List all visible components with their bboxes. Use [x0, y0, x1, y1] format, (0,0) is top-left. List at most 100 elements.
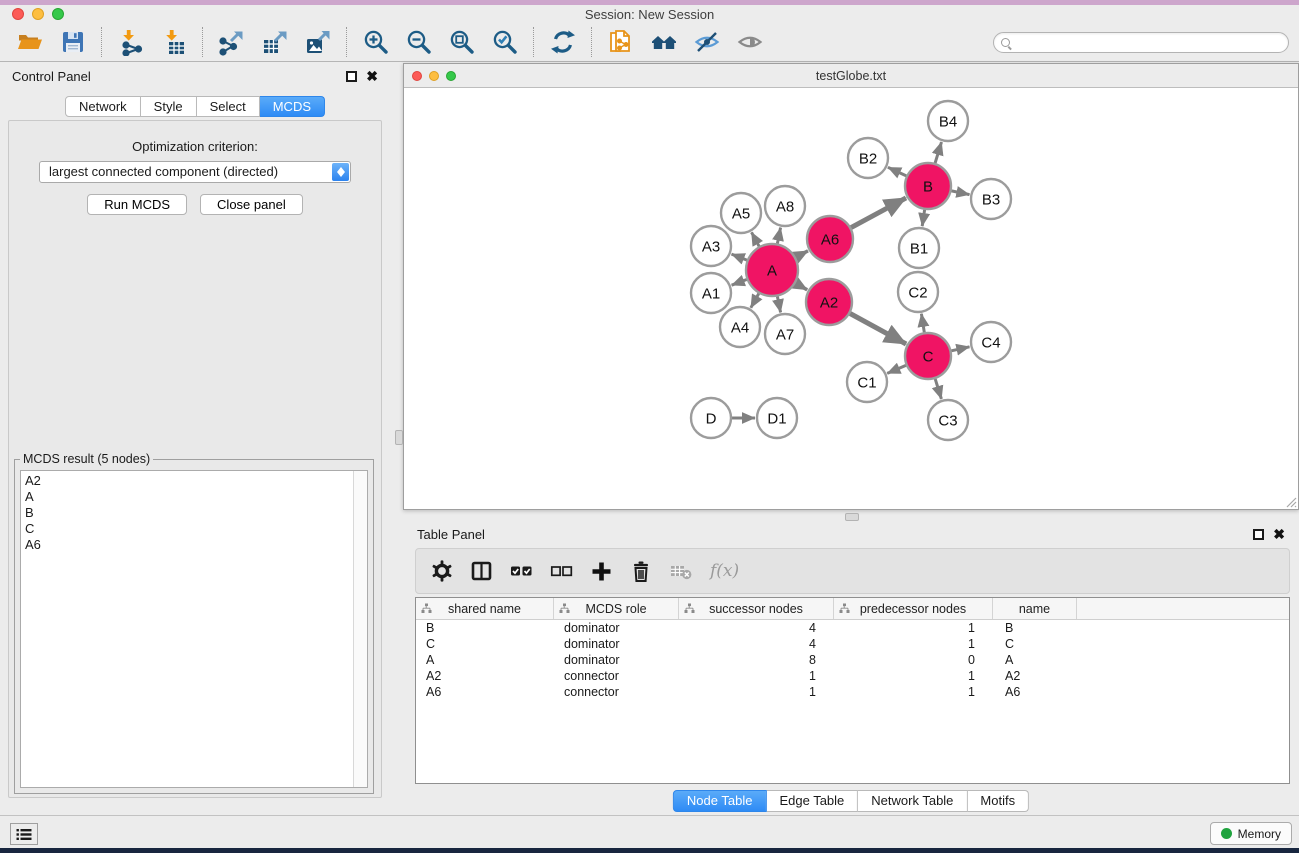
memory-button[interactable]: Memory: [1210, 822, 1292, 845]
table-options-button[interactable]: [431, 560, 453, 582]
criterion-select[interactable]: largest connected component (directed): [39, 161, 351, 183]
mcds-result-item[interactable]: A: [25, 489, 367, 505]
table-cell[interactable]: C: [416, 636, 554, 652]
tab-motifs[interactable]: Motifs: [967, 790, 1029, 812]
import-network-button[interactable]: [109, 25, 152, 59]
close-panel-button[interactable]: Close panel: [200, 194, 303, 215]
table-cell[interactable]: 1: [834, 684, 993, 700]
column-header-mcds-role[interactable]: MCDS role: [554, 598, 679, 619]
table-cell[interactable]: 1: [834, 668, 993, 684]
delete-columns-button[interactable]: [630, 560, 652, 583]
table-row[interactable]: Cdominator41C: [416, 636, 1289, 652]
run-mcds-button[interactable]: Run MCDS: [87, 194, 187, 215]
tab-select[interactable]: Select: [197, 96, 260, 117]
edge-C-C3[interactable]: [935, 379, 941, 399]
edge-B-B4[interactable]: [935, 142, 941, 163]
table-cell[interactable]: 4: [679, 636, 834, 652]
edge-A-A5[interactable]: [752, 232, 760, 246]
edge-A-A2[interactable]: [796, 283, 808, 290]
edge-A-A7[interactable]: [777, 297, 780, 313]
edge-C-C2[interactable]: [921, 314, 924, 333]
table-cell[interactable]: B: [993, 620, 1077, 636]
zoom-out-button[interactable]: [397, 25, 440, 59]
float-table-panel-icon[interactable]: [1253, 529, 1264, 540]
tab-style[interactable]: Style: [141, 96, 197, 117]
edge-A-A8[interactable]: [777, 228, 780, 244]
table-cell[interactable]: connector: [554, 684, 679, 700]
edge-B-B3[interactable]: [952, 191, 970, 195]
tab-network-table[interactable]: Network Table: [858, 790, 967, 812]
first-neighbors-button[interactable]: [642, 25, 685, 59]
edge-A-A6[interactable]: [796, 251, 808, 257]
edge-B-B1[interactable]: [922, 210, 924, 226]
table-row[interactable]: Bdominator41B: [416, 620, 1289, 636]
table-cell[interactable]: 4: [679, 620, 834, 636]
show-all-button[interactable]: [728, 25, 771, 59]
tab-edge-table[interactable]: Edge Table: [766, 790, 858, 812]
save-session-button[interactable]: [51, 25, 94, 59]
float-panel-icon[interactable]: [346, 71, 357, 82]
result-scrollbar[interactable]: [353, 471, 367, 787]
table-cell[interactable]: C: [993, 636, 1077, 652]
column-header-shared-name[interactable]: shared name: [416, 598, 554, 619]
table-cell[interactable]: A6: [416, 684, 554, 700]
vertical-splitter-handle[interactable]: [395, 430, 403, 445]
edge-C-C1[interactable]: [887, 365, 906, 373]
function-builder-button[interactable]: f(x): [710, 561, 739, 581]
table-cell[interactable]: dominator: [554, 652, 679, 668]
edge-A2-C[interactable]: [850, 314, 906, 345]
table-cell[interactable]: A: [416, 652, 554, 668]
hide-selected-button[interactable]: [685, 25, 728, 59]
table-cell[interactable]: 1: [834, 620, 993, 636]
column-header-name[interactable]: name: [993, 598, 1077, 619]
column-header-predecessor-nodes[interactable]: predecessor nodes: [834, 598, 993, 619]
horizontal-splitter-handle[interactable]: [845, 513, 859, 521]
tab-node-table[interactable]: Node Table: [673, 790, 767, 812]
edge-A-A3[interactable]: [732, 254, 747, 260]
task-history-button[interactable]: [10, 823, 38, 845]
export-image-button[interactable]: [296, 25, 339, 59]
table-row[interactable]: Adominator80A: [416, 652, 1289, 668]
table-cell[interactable]: A6: [993, 684, 1077, 700]
table-row[interactable]: A6connector11A6: [416, 684, 1289, 700]
table-cell[interactable]: A: [993, 652, 1077, 668]
export-network-button[interactable]: [210, 25, 253, 59]
zoom-fit-button[interactable]: [440, 25, 483, 59]
mcds-result-item[interactable]: A2: [25, 473, 367, 489]
table-cell[interactable]: dominator: [554, 620, 679, 636]
mcds-result-item[interactable]: B: [25, 505, 367, 521]
create-column-button[interactable]: [590, 560, 613, 583]
import-table-button[interactable]: [152, 25, 195, 59]
select-all-button[interactable]: [510, 560, 533, 582]
open-session-button[interactable]: [8, 25, 51, 59]
close-panel-icon[interactable]: ✖: [366, 71, 378, 82]
edge-A-A1[interactable]: [732, 280, 747, 286]
export-table-button[interactable]: [253, 25, 296, 59]
search-input[interactable]: [1015, 35, 1281, 49]
zoom-in-button[interactable]: [354, 25, 397, 59]
table-cell[interactable]: A2: [993, 668, 1077, 684]
mcds-result-list[interactable]: A2ABCA6: [20, 470, 368, 788]
resize-grip-icon[interactable]: [1284, 495, 1297, 508]
mcds-result-item[interactable]: C: [25, 521, 367, 537]
refresh-button[interactable]: [541, 25, 584, 59]
edge-B-B2[interactable]: [888, 167, 906, 176]
delete-table-button[interactable]: [669, 560, 693, 582]
search-box[interactable]: [993, 32, 1289, 53]
clone-network-button[interactable]: [599, 25, 642, 59]
table-cell[interactable]: B: [416, 620, 554, 636]
edge-A6-B[interactable]: [851, 198, 906, 228]
mcds-result-item[interactable]: A6: [25, 537, 367, 553]
edge-C-C4[interactable]: [951, 347, 969, 351]
show-columns-button[interactable]: [470, 560, 493, 582]
tab-mcds[interactable]: MCDS: [260, 96, 325, 117]
table-cell[interactable]: 0: [834, 652, 993, 668]
tab-network[interactable]: Network: [65, 96, 141, 117]
table-cell[interactable]: 8: [679, 652, 834, 668]
close-table-panel-icon[interactable]: ✖: [1273, 529, 1285, 540]
table-cell[interactable]: 1: [679, 668, 834, 684]
table-cell[interactable]: connector: [554, 668, 679, 684]
table-cell[interactable]: 1: [679, 684, 834, 700]
edge-A-A4[interactable]: [751, 294, 759, 308]
deselect-all-button[interactable]: [550, 560, 573, 582]
